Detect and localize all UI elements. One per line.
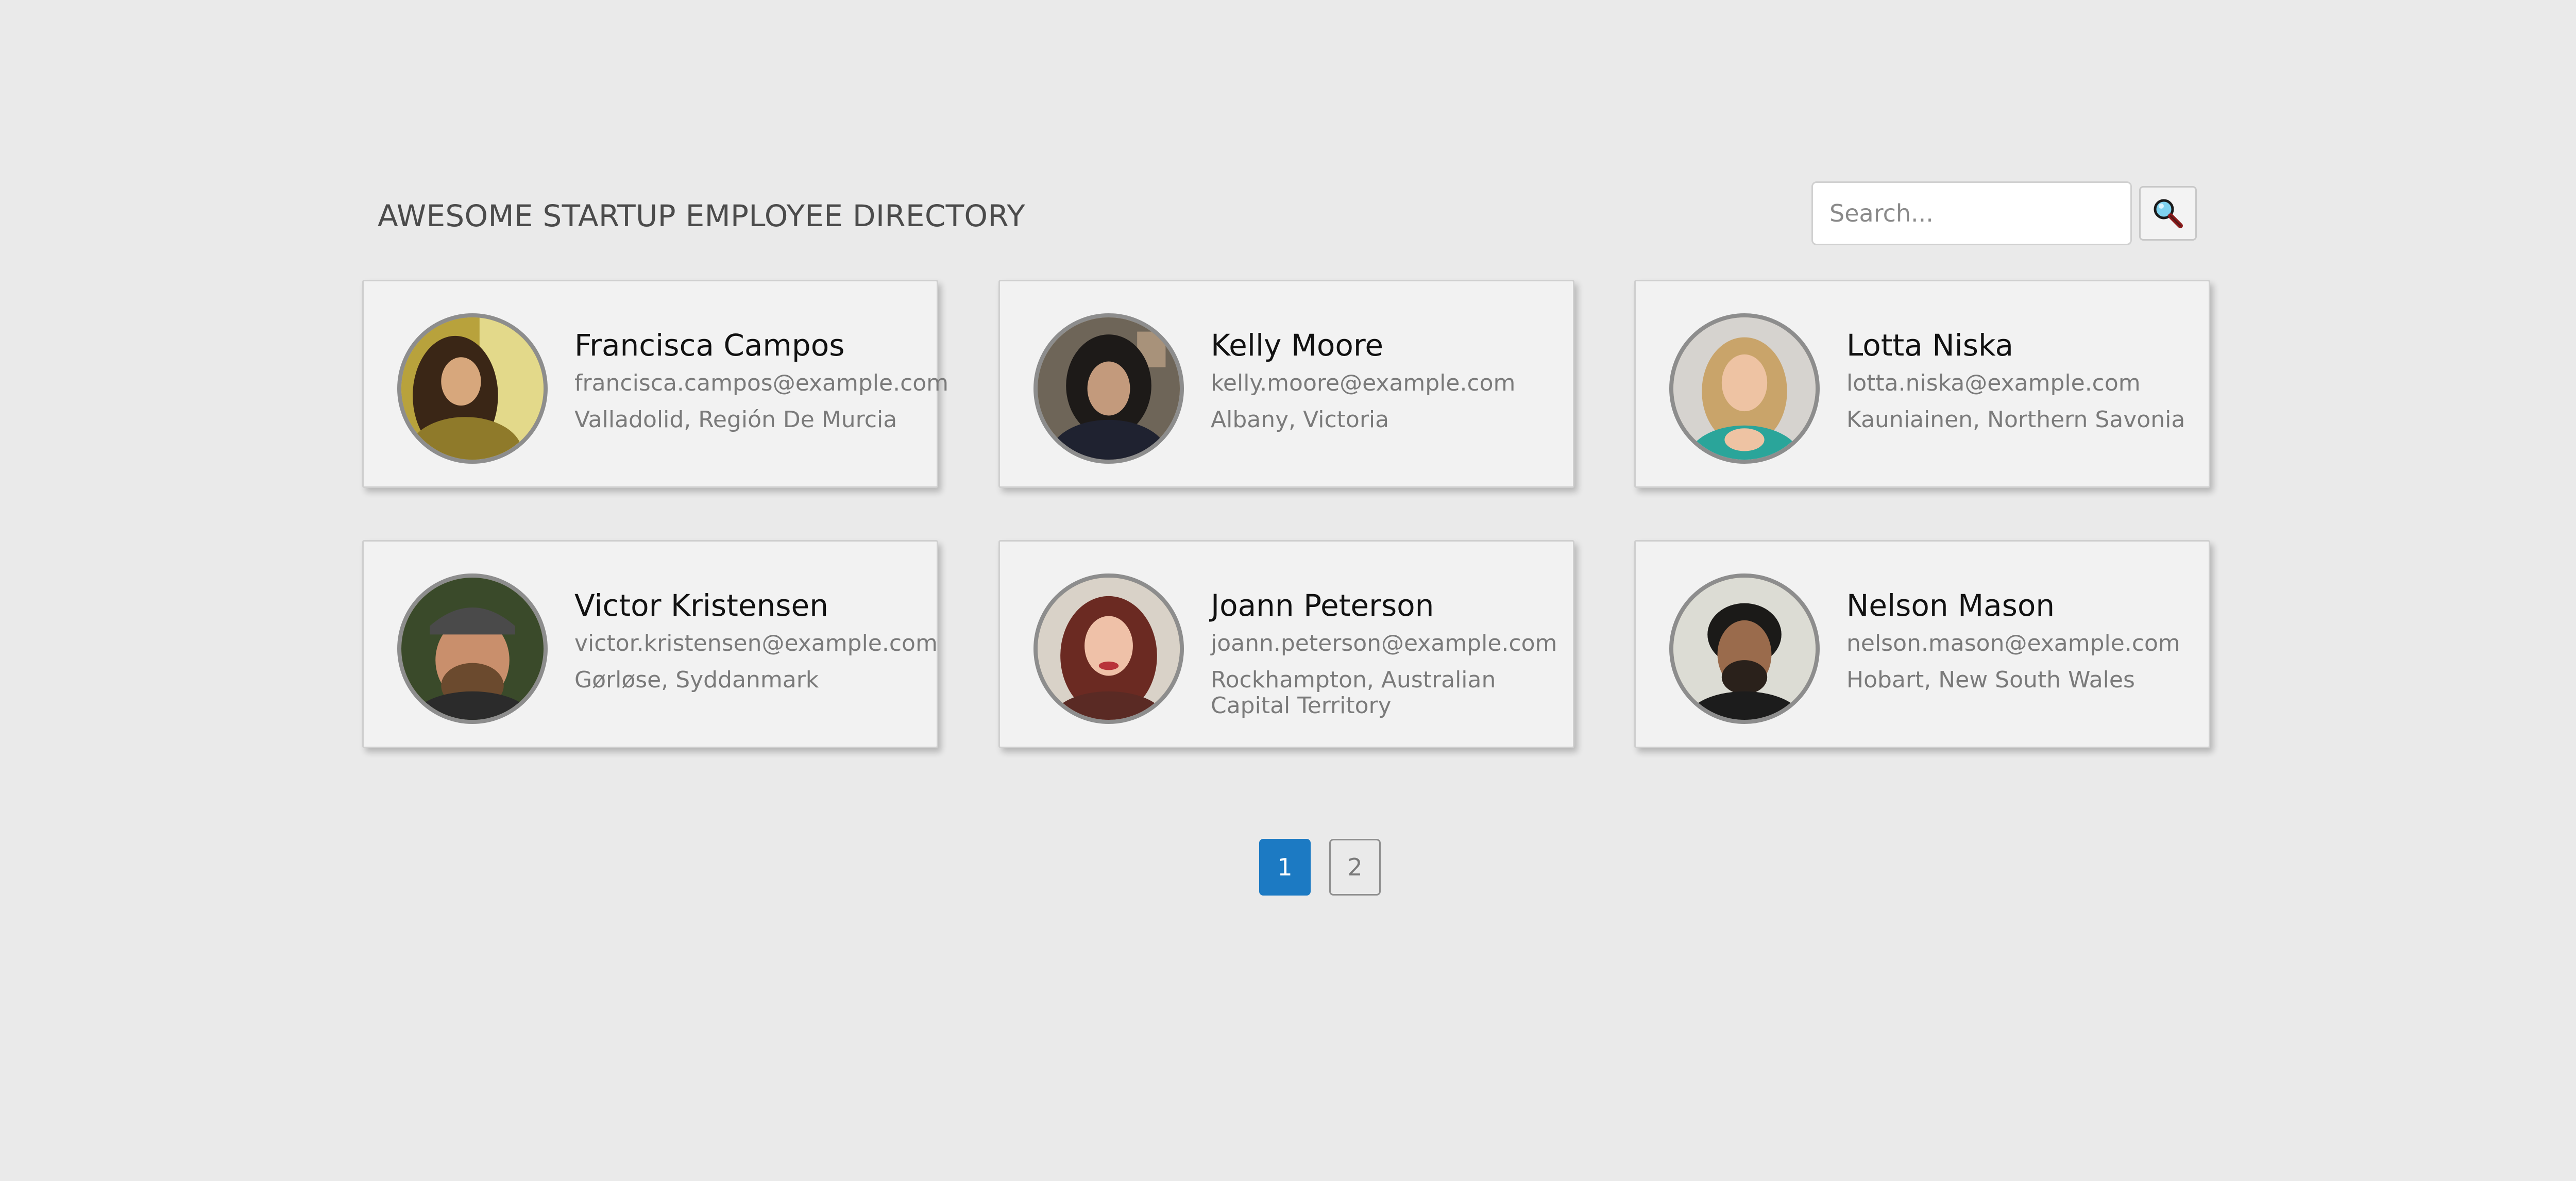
- employee-location: Gørløse, Syddanmark: [574, 667, 819, 693]
- employee-photo-icon: [1673, 317, 1816, 460]
- avatar: [1033, 313, 1184, 464]
- employee-name: Francisca Campos: [574, 328, 845, 363]
- employee-location: Rockhampton, Australian Capital Territor…: [1211, 667, 1496, 719]
- employee-card[interactable]: Victor Kristensen victor.kristensen@exam…: [362, 540, 938, 748]
- employee-name: Nelson Mason: [1846, 588, 2055, 623]
- employee-card[interactable]: Nelson Mason nelson.mason@example.com Ho…: [1634, 540, 2210, 748]
- employee-photo-icon: [1038, 317, 1180, 460]
- employee-photo-icon: [401, 317, 544, 460]
- search-button[interactable]: [2139, 186, 2197, 241]
- employee-email: victor.kristensen@example.com: [574, 630, 938, 656]
- employee-email: joann.peterson@example.com: [1211, 630, 1557, 656]
- employee-info: Francisca Campos francisca.campos@exampl…: [574, 327, 949, 433]
- employee-location: Kauniainen, Northern Savonia: [1846, 407, 2185, 433]
- employee-location: Albany, Victoria: [1211, 407, 1389, 433]
- employee-name: Victor Kristensen: [574, 588, 828, 623]
- employee-photo-icon: [401, 578, 544, 720]
- employee-directory-page: AWESOME STARTUP EMPLOYEE DIRECTORY Franc…: [0, 0, 2576, 1181]
- employee-card[interactable]: Kelly Moore kelly.moore@example.com Alba…: [998, 280, 1574, 488]
- employee-photo-icon: [1673, 578, 1816, 720]
- avatar: [1669, 313, 1820, 464]
- employee-photo-icon: [1038, 578, 1180, 720]
- employee-info: Nelson Mason nelson.mason@example.com Ho…: [1846, 587, 2202, 693]
- search-input[interactable]: [1811, 181, 2132, 245]
- employee-card[interactable]: Francisca Campos francisca.campos@exampl…: [362, 280, 949, 488]
- page-button-2[interactable]: 2: [1329, 839, 1381, 896]
- employee-card[interactable]: Joann Peterson joann.peterson@example.co…: [998, 540, 1574, 748]
- employee-info: Joann Peterson joann.peterson@example.co…: [1211, 587, 1566, 719]
- employee-email: francisca.campos@example.com: [574, 370, 949, 396]
- employee-location: Valladolid, Región De Murcia: [574, 407, 897, 433]
- employee-name: Kelly Moore: [1211, 328, 1384, 363]
- avatar: [1669, 573, 1820, 724]
- avatar: [1033, 573, 1184, 724]
- employee-location: Hobart, New South Wales: [1846, 667, 2135, 693]
- employee-email: kelly.moore@example.com: [1211, 370, 1516, 396]
- employee-email: nelson.mason@example.com: [1846, 630, 2180, 656]
- employee-name: Lotta Niska: [1846, 328, 2014, 363]
- employee-email: lotta.niska@example.com: [1846, 370, 2141, 396]
- magnifying-glass-icon: [2154, 199, 2183, 228]
- employee-info: Lotta Niska lotta.niska@example.com Kaun…: [1846, 327, 2202, 433]
- search-bar: [1811, 181, 2197, 245]
- employee-name: Joann Peterson: [1211, 588, 1434, 623]
- pagination: 1 2: [1259, 839, 1381, 896]
- page-button-1[interactable]: 1: [1259, 839, 1311, 896]
- avatar: [397, 573, 548, 724]
- employee-info: Kelly Moore kelly.moore@example.com Alba…: [1211, 327, 1566, 433]
- employee-info: Victor Kristensen victor.kristensen@exam…: [574, 587, 938, 693]
- employee-card[interactable]: Lotta Niska lotta.niska@example.com Kaun…: [1634, 280, 2210, 488]
- avatar: [397, 313, 548, 464]
- page-title: AWESOME STARTUP EMPLOYEE DIRECTORY: [378, 198, 1025, 233]
